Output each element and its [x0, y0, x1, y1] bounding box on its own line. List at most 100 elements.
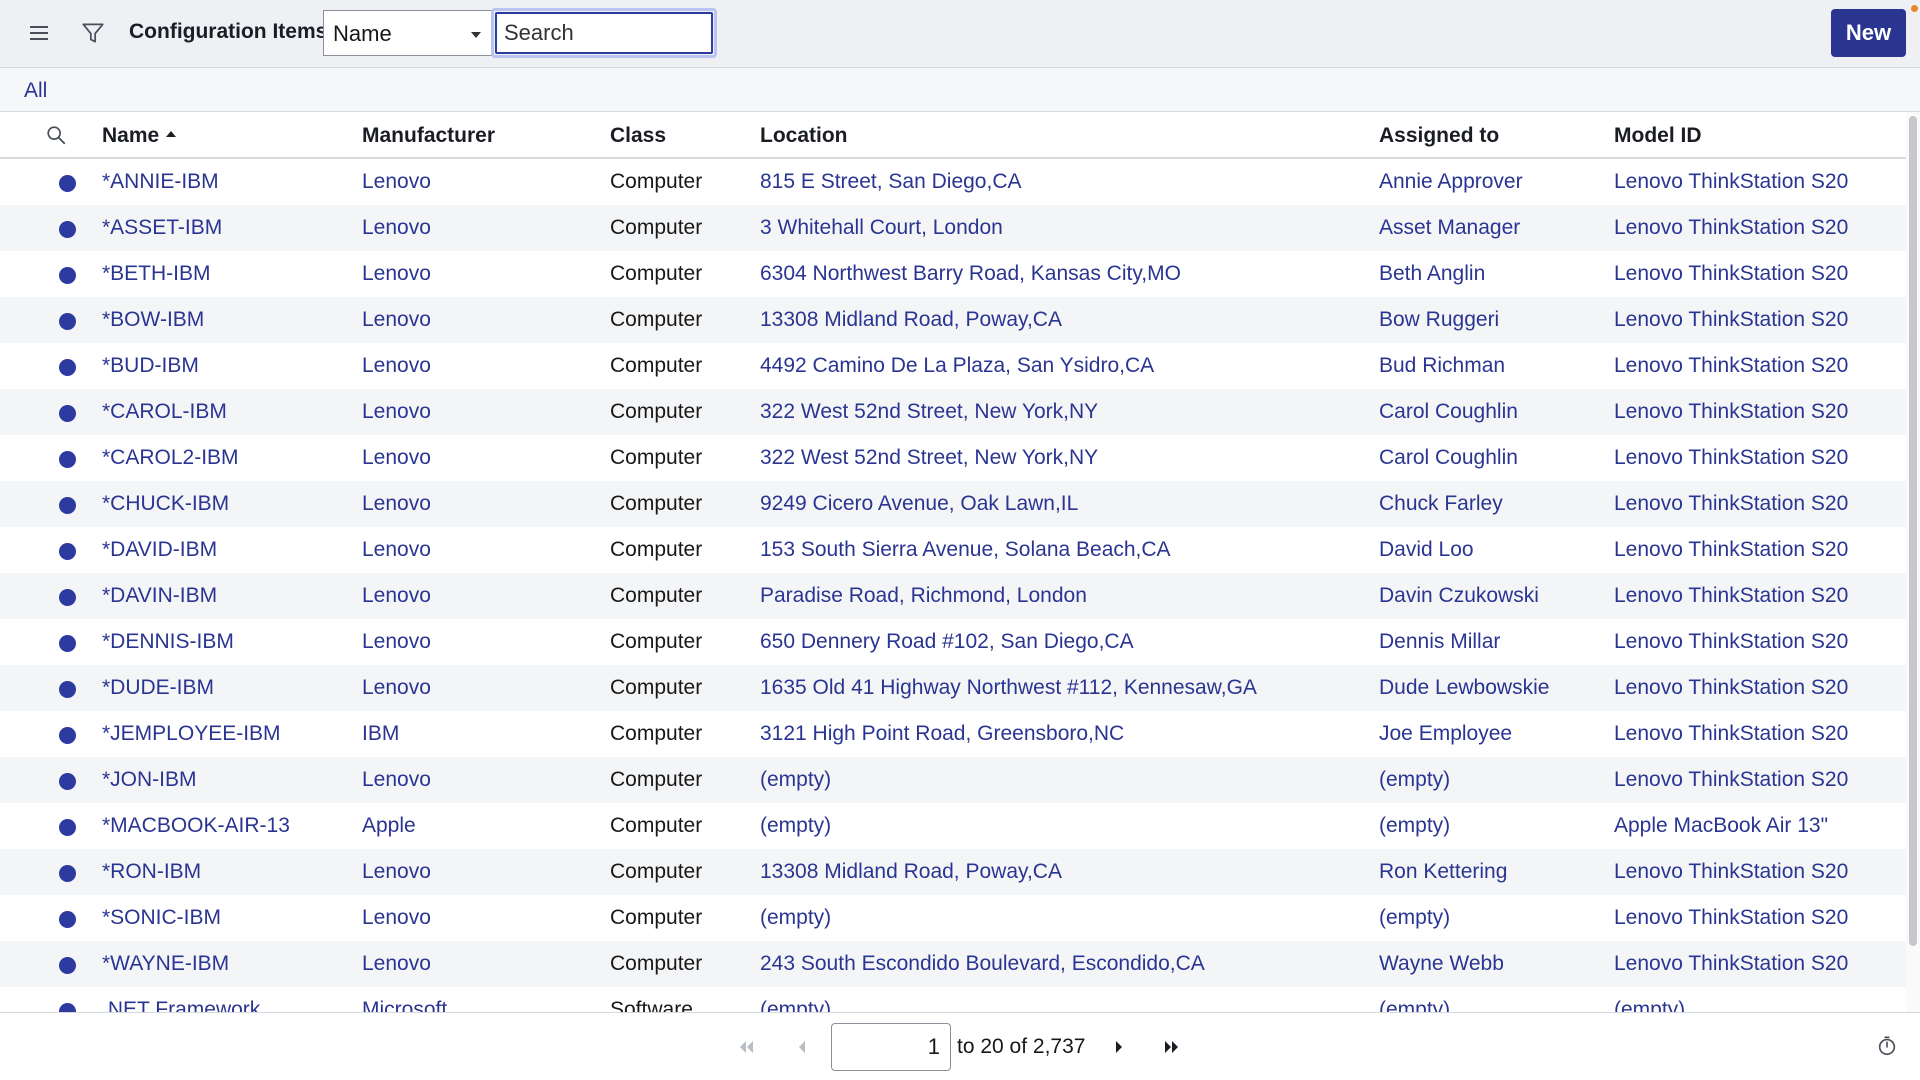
cell-manufacturer[interactable]: Lenovo — [362, 435, 431, 481]
table-row[interactable]: *CAROL-IBM Lenovo Computer 322 West 52nd St… — [0, 389, 1906, 435]
cell-assigned-to[interactable]: Asset Manager — [1379, 205, 1520, 251]
cell-location[interactable]: 13308 Midland Road, Poway,CA — [760, 849, 1062, 895]
page-number-input[interactable] — [831, 1023, 951, 1071]
cell-model-id[interactable]: Lenovo ThinkStation S20 — [1614, 343, 1848, 389]
cell-location[interactable]: (empty) — [760, 895, 831, 941]
cell-name[interactable]: *RON-IBM — [102, 849, 201, 895]
cell-model-id[interactable]: Lenovo ThinkStation S20 — [1614, 757, 1848, 803]
search-field-select[interactable]: Name — [323, 10, 493, 56]
column-header-name[interactable]: Name — [102, 112, 177, 159]
cell-name[interactable]: *ASSET-IBM — [102, 205, 222, 251]
next-page-icon[interactable] — [1107, 1035, 1131, 1059]
last-page-icon[interactable] — [1160, 1035, 1184, 1059]
cell-manufacturer[interactable]: Lenovo — [362, 389, 431, 435]
cell-location[interactable]: 9249 Cicero Avenue, Oak Lawn,IL — [760, 481, 1078, 527]
cell-manufacturer[interactable]: Lenovo — [362, 481, 431, 527]
cell-model-id[interactable]: Lenovo ThinkStation S20 — [1614, 389, 1848, 435]
cell-model-id[interactable]: Lenovo ThinkStation S20 — [1614, 481, 1848, 527]
table-row[interactable]: *BOW-IBM Lenovo Computer 13308 Midland Road… — [0, 297, 1906, 343]
table-row[interactable]: *JON-IBM Lenovo Computer (empty) (empty) Leno… — [0, 757, 1906, 803]
table-row[interactable]: *DENNIS-IBM Lenovo Computer 650 Dennery Roa… — [0, 619, 1906, 665]
table-row[interactable]: *ANNIE-IBM Lenovo Computer 815 E Street, Sa… — [0, 159, 1906, 205]
cell-name[interactable]: *CAROL-IBM — [102, 389, 227, 435]
cell-manufacturer[interactable]: Lenovo — [362, 343, 431, 389]
table-row[interactable]: *ASSET-IBM Lenovo Computer 3 Whitehall Cour… — [0, 205, 1906, 251]
cell-model-id[interactable]: Lenovo ThinkStation S20 — [1614, 619, 1848, 665]
cell-assigned-to[interactable]: Annie Approver — [1379, 159, 1523, 205]
search-input[interactable] — [495, 12, 713, 54]
cell-location[interactable]: (empty) — [760, 803, 831, 849]
cell-location[interactable]: 3121 High Point Road, Greensboro,NC — [760, 711, 1124, 757]
cell-model-id[interactable]: Lenovo ThinkStation S20 — [1614, 159, 1848, 205]
cell-name[interactable]: *JON-IBM — [102, 757, 197, 803]
cell-name[interactable]: *DUDE-IBM — [102, 665, 214, 711]
cell-name[interactable]: *WAYNE-IBM — [102, 941, 229, 987]
cell-assigned-to[interactable]: Dennis Millar — [1379, 619, 1500, 665]
cell-location[interactable]: Paradise Road, Richmond, London — [760, 573, 1087, 619]
table-row[interactable]: *MACBOOK-AIR-13 Apple Computer (empty) (empt… — [0, 803, 1906, 849]
scrollbar-thumb[interactable] — [1909, 116, 1917, 946]
timer-icon[interactable] — [1876, 1035, 1898, 1057]
cell-model-id[interactable]: Lenovo ThinkStation S20 — [1614, 665, 1848, 711]
cell-manufacturer[interactable]: Microsoft — [362, 987, 447, 1012]
cell-manufacturer[interactable]: Lenovo — [362, 527, 431, 573]
cell-manufacturer[interactable]: Lenovo — [362, 849, 431, 895]
cell-name[interactable]: *DAVIN-IBM — [102, 573, 217, 619]
cell-location[interactable]: 6304 Northwest Barry Road, Kansas City,M… — [760, 251, 1181, 297]
cell-model-id[interactable]: Lenovo ThinkStation S20 — [1614, 895, 1848, 941]
column-header-manufacturer[interactable]: Manufacturer — [362, 112, 495, 159]
table-row[interactable]: *SONIC-IBM Lenovo Computer (empty) (empty) Le… — [0, 895, 1906, 941]
column-header-class[interactable]: Class — [610, 112, 666, 159]
cell-model-id[interactable]: Lenovo ThinkStation S20 — [1614, 297, 1848, 343]
cell-location[interactable]: 153 South Sierra Avenue, Solana Beach,CA — [760, 527, 1171, 573]
cell-assigned-to[interactable]: Wayne Webb — [1379, 941, 1504, 987]
cell-name[interactable]: *SONIC-IBM — [102, 895, 221, 941]
cell-name[interactable]: *JEMPLOYEE-IBM — [102, 711, 281, 757]
cell-manufacturer[interactable]: Lenovo — [362, 619, 431, 665]
cell-manufacturer[interactable]: IBM — [362, 711, 399, 757]
cell-model-id[interactable]: Lenovo ThinkStation S20 — [1614, 941, 1848, 987]
cell-assigned-to[interactable]: Ron Kettering — [1379, 849, 1507, 895]
table-row[interactable]: *BUD-IBM Lenovo Computer 4492 Camino De La … — [0, 343, 1906, 389]
cell-manufacturer[interactable]: Lenovo — [362, 757, 431, 803]
cell-assigned-to[interactable]: Bow Ruggeri — [1379, 297, 1499, 343]
cell-manufacturer[interactable]: Lenovo — [362, 205, 431, 251]
cell-assigned-to[interactable]: (empty) — [1379, 803, 1450, 849]
cell-name[interactable]: *MACBOOK-AIR-13 — [102, 803, 290, 849]
cell-manufacturer[interactable]: Lenovo — [362, 665, 431, 711]
cell-location[interactable]: 243 South Escondido Boulevard, Escondido… — [760, 941, 1205, 987]
cell-model-id[interactable]: Lenovo ThinkStation S20 — [1614, 527, 1848, 573]
cell-name[interactable]: *DENNIS-IBM — [102, 619, 234, 665]
cell-location[interactable]: 4492 Camino De La Plaza, San Ysidro,CA — [760, 343, 1154, 389]
table-row[interactable]: *WAYNE-IBM Lenovo Computer 243 South Escond… — [0, 941, 1906, 987]
cell-manufacturer[interactable]: Apple — [362, 803, 416, 849]
cell-manufacturer[interactable]: Lenovo — [362, 941, 431, 987]
column-header-model-id[interactable]: Model ID — [1614, 112, 1702, 159]
cell-name[interactable]: .NET Framework — [102, 987, 260, 1012]
cell-assigned-to[interactable]: Carol Coughlin — [1379, 389, 1518, 435]
cell-assigned-to[interactable]: Bud Richman — [1379, 343, 1505, 389]
cell-model-id[interactable]: Lenovo ThinkStation S20 — [1614, 573, 1848, 619]
cell-location[interactable]: 322 West 52nd Street, New York,NY — [760, 389, 1098, 435]
cell-assigned-to[interactable]: Dude Lewbowskie — [1379, 665, 1549, 711]
cell-location[interactable]: 1635 Old 41 Highway Northwest #112, Kenn… — [760, 665, 1257, 711]
cell-manufacturer[interactable]: Lenovo — [362, 297, 431, 343]
cell-location[interactable]: 3 Whitehall Court, London — [760, 205, 1003, 251]
cell-model-id[interactable]: Lenovo ThinkStation S20 — [1614, 849, 1848, 895]
table-row[interactable]: *RON-IBM Lenovo Computer 13308 Midland Road… — [0, 849, 1906, 895]
column-search-icon[interactable] — [45, 124, 67, 146]
cell-manufacturer[interactable]: Lenovo — [362, 895, 431, 941]
cell-name[interactable]: *BETH-IBM — [102, 251, 211, 297]
table-row[interactable]: *CAROL2-IBM Lenovo Computer 322 West 52nd S… — [0, 435, 1906, 481]
cell-location[interactable]: (empty) — [760, 757, 831, 803]
column-header-location[interactable]: Location — [760, 112, 848, 159]
cell-location[interactable]: (empty) — [760, 987, 831, 1012]
filter-icon[interactable] — [80, 20, 106, 46]
cell-model-id[interactable]: Lenovo ThinkStation S20 — [1614, 205, 1848, 251]
column-header-assigned-to[interactable]: Assigned to — [1379, 112, 1499, 159]
breadcrumb-all[interactable]: All — [24, 79, 47, 103]
cell-location[interactable]: 13308 Midland Road, Poway,CA — [760, 297, 1062, 343]
cell-model-id[interactable]: Lenovo ThinkStation S20 — [1614, 435, 1848, 481]
cell-name[interactable]: *BUD-IBM — [102, 343, 199, 389]
table-row[interactable]: *DAVID-IBM Lenovo Computer 153 South Sierra… — [0, 527, 1906, 573]
